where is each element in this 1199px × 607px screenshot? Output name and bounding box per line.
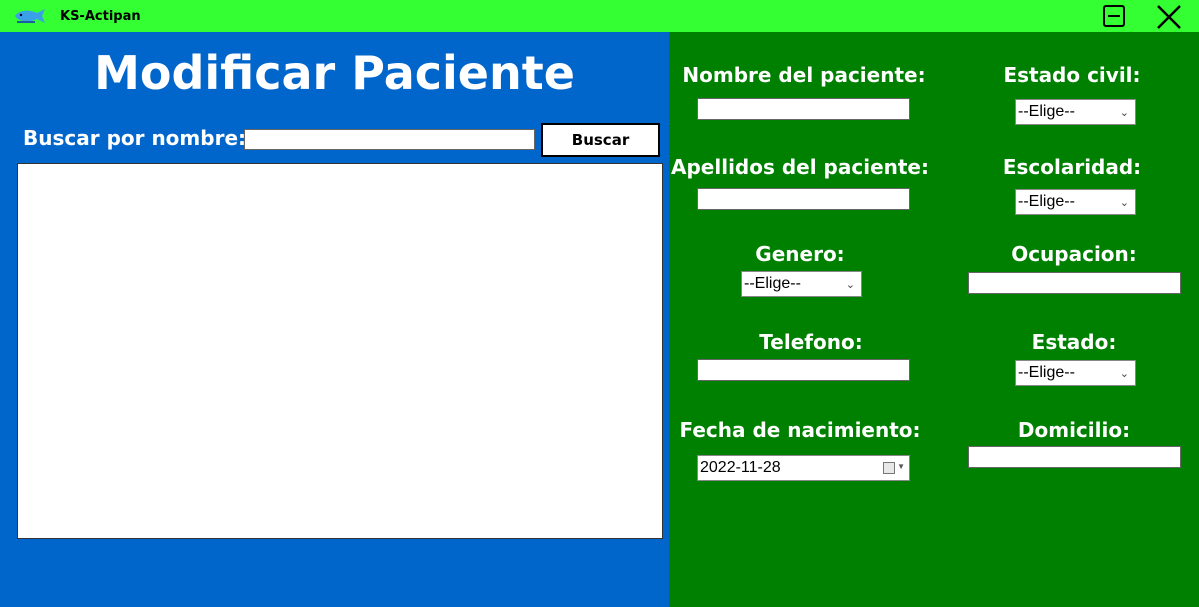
search-button[interactable]: Buscar [541,123,660,157]
escolaridad-label: Escolaridad: [1002,155,1142,179]
fecha-picker[interactable]: 2022-11-28 ▼ [697,455,910,481]
results-list[interactable] [17,163,663,539]
estado-civil-label: Estado civil: [1003,63,1141,87]
search-label: Buscar por nombre: [23,126,247,150]
genero-value: --Elige-- [744,275,801,292]
app-title: KS-Actipan [60,9,141,24]
fish-logo-icon [15,9,45,23]
nombre-input[interactable] [697,98,910,120]
minimize-icon [1108,15,1120,17]
estado-value: --Elige-- [1018,364,1075,381]
calendar-icon [883,462,895,474]
ocupacion-label: Ocupacion: [1011,242,1137,266]
domicilio-input[interactable] [968,446,1181,468]
search-panel: Modificar Paciente Buscar por nombre: Bu… [0,32,669,607]
chevron-down-icon: ⌄ [1119,107,1129,119]
chevron-down-icon: ⌄ [1119,368,1129,380]
fecha-label: Fecha de nacimiento: [679,418,921,442]
close-icon[interactable] [1156,4,1182,30]
caret-down-icon: ▼ [897,462,905,471]
escolaridad-value: --Elige-- [1018,193,1075,210]
genero-label: Genero: [755,242,845,266]
domicilio-label: Domicilio: [1017,418,1131,442]
estado-civil-select[interactable]: --Elige-- ⌄ [1015,99,1136,125]
estado-civil-value: --Elige-- [1018,103,1075,120]
fecha-value: 2022-11-28 [700,459,781,476]
telefono-input[interactable] [697,359,910,381]
telefono-label: Telefono: [759,330,863,354]
title-bar: KS-Actipan [0,0,1199,32]
page-title: Modificar Paciente [94,46,575,100]
patient-form: Nombre del paciente: Apellidos del pacie… [669,32,1199,607]
ocupacion-input[interactable] [968,272,1181,294]
estado-select[interactable]: --Elige-- ⌄ [1015,360,1136,386]
minimize-button[interactable] [1103,5,1125,27]
apellidos-label: Apellidos del paciente: [671,155,929,179]
chevron-down-icon: ⌄ [1119,197,1129,209]
estado-label: Estado: [1031,330,1117,354]
nombre-label: Nombre del paciente: [682,63,926,87]
apellidos-input[interactable] [697,188,910,210]
chevron-down-icon: ⌄ [845,279,855,291]
search-input[interactable] [244,129,535,150]
escolaridad-select[interactable]: --Elige-- ⌄ [1015,189,1136,215]
genero-select[interactable]: --Elige-- ⌄ [741,271,862,297]
